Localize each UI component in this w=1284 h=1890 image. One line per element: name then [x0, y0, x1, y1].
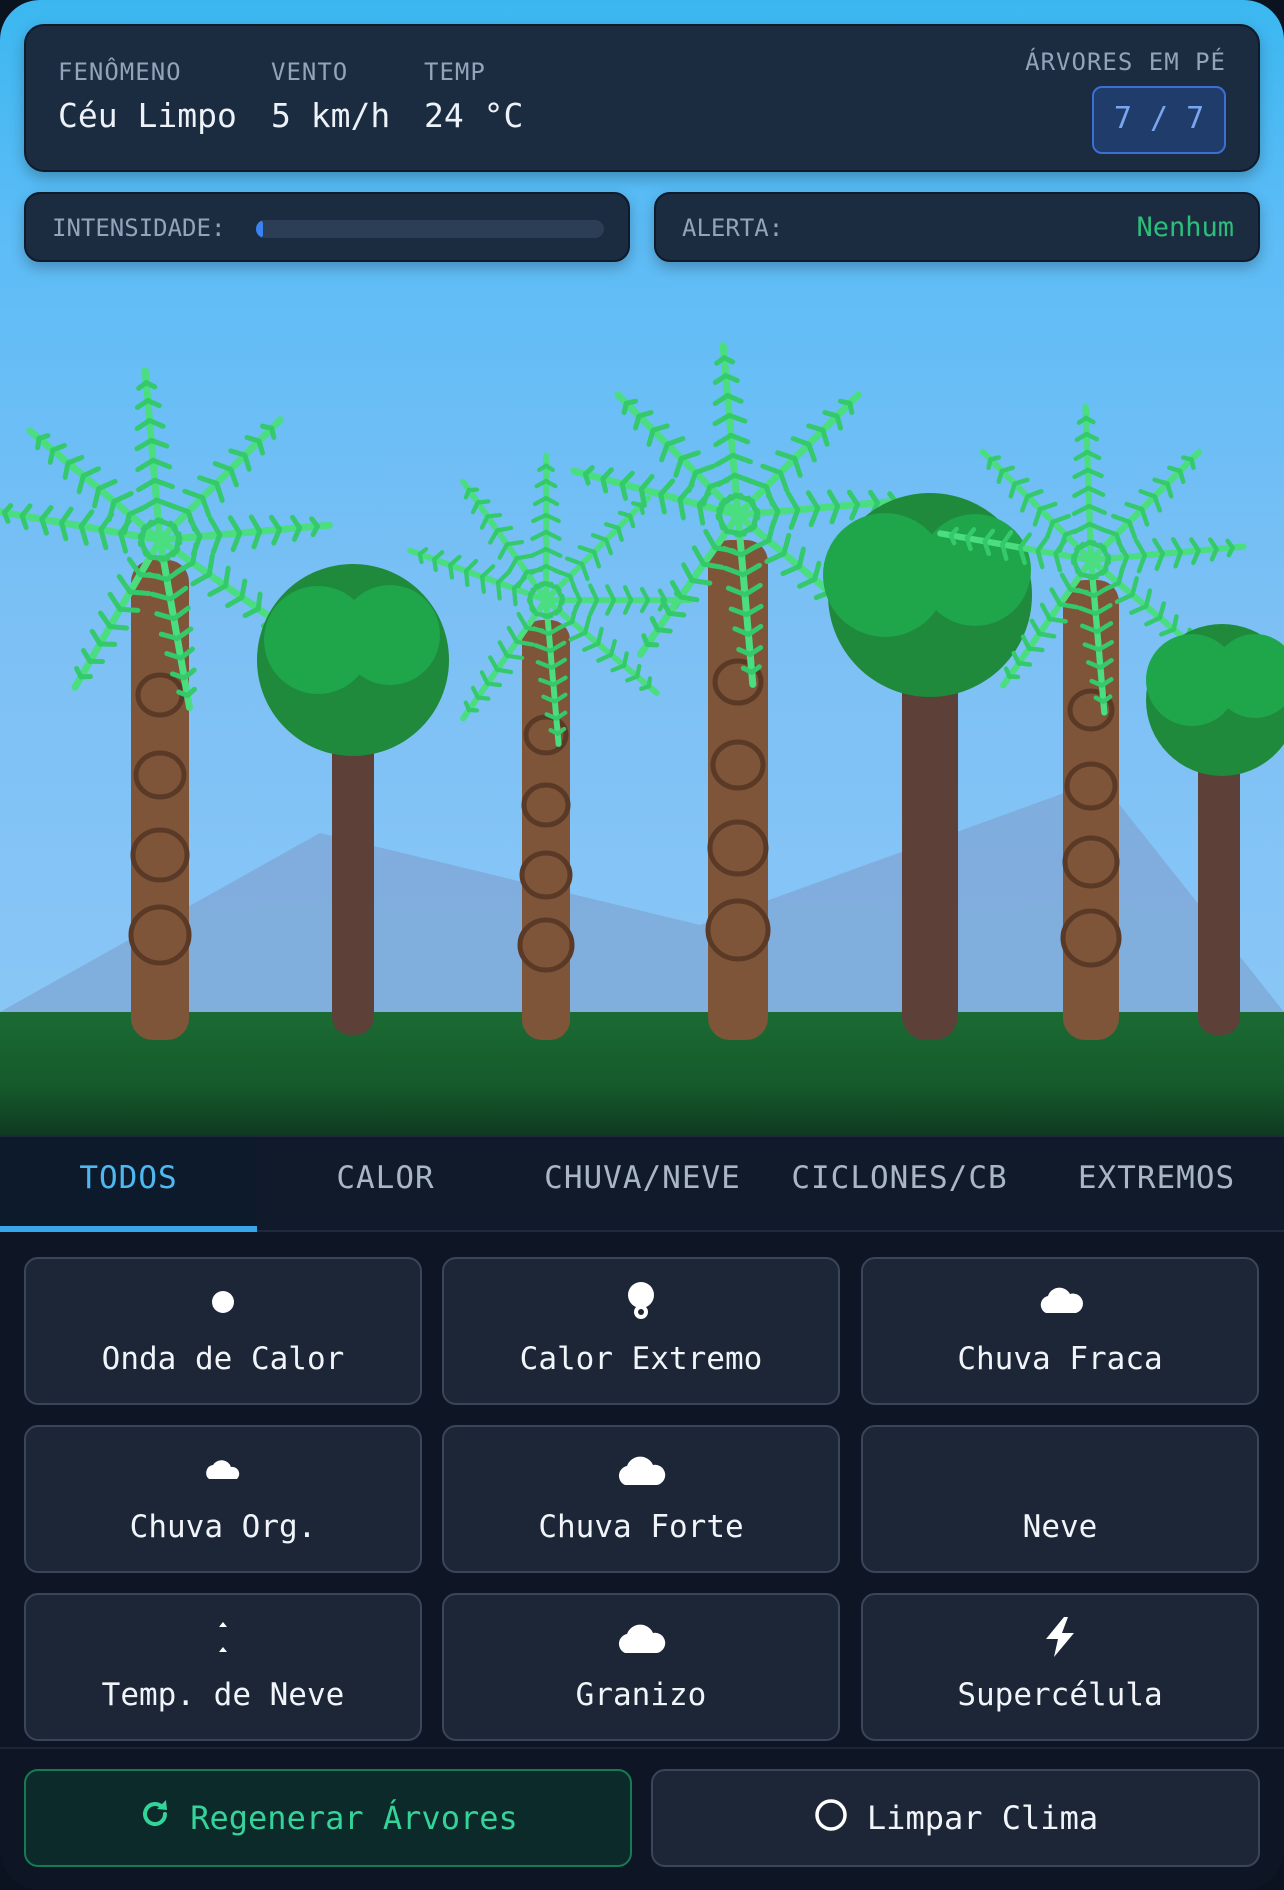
tab-extremos[interactable]: EXTREMOS: [1028, 1137, 1284, 1232]
clear-weather-button[interactable]: Limpar Clima: [651, 1769, 1260, 1867]
temp-label: TEMP: [424, 58, 486, 86]
intensity-label: INTENSIDADE:: [52, 214, 226, 242]
weather-scene: FENÔMENO Céu Limpo VENTO 5 km/h TEMP 24 …: [0, 0, 1284, 1135]
status-panel: FENÔMENO Céu Limpo VENTO 5 km/h TEMP 24 …: [24, 24, 1260, 172]
tab-chuva-neve[interactable]: CHUVA/NEVE: [514, 1137, 771, 1232]
alert-label: ALERTA:: [682, 214, 784, 242]
cloud-small-icon: [26, 1449, 420, 1489]
refresh-icon: [138, 1797, 172, 1839]
category-tabs: TODOS CALOR CHUVA/NEVE CICLONES/CB EXTRE…: [0, 1135, 1284, 1232]
cloud-icon: [444, 1449, 838, 1489]
intensity-bar-fill: [256, 220, 263, 238]
phenomenon-label: Calor Extremo: [519, 1341, 763, 1377]
phenomenon-button-neve[interactable]: Neve: [861, 1425, 1259, 1573]
cloud-icon: [444, 1617, 838, 1657]
phenomenon-label: Neve: [1022, 1509, 1098, 1545]
phenomenon-label: Chuva Forte: [538, 1509, 744, 1545]
circle-icon: [813, 1796, 849, 1840]
phenomenon-button-chuva-forte[interactable]: Chuva Forte: [442, 1425, 840, 1573]
phenomenon-label: Onda de Calor: [101, 1341, 345, 1377]
intensity-bar: [256, 220, 604, 238]
snow-placeholder-icon: [863, 1449, 1257, 1489]
tab-todos[interactable]: TODOS: [0, 1137, 257, 1232]
phenomenon-button-calor-extremo[interactable]: Calor Extremo: [442, 1257, 840, 1405]
clear-weather-label: Limpar Clima: [866, 1799, 1099, 1837]
tab-ciclones-cb[interactable]: CICLONES/CB: [771, 1137, 1028, 1232]
phenomenon-label: Temp. de Neve: [101, 1677, 345, 1713]
wind-label: VENTO: [271, 58, 349, 86]
phenomenon-label: Supercélula: [957, 1677, 1163, 1713]
phenomenon-button-chuva-org[interactable]: Chuva Org.: [24, 1425, 422, 1573]
alert-value: Nenhum: [1136, 212, 1234, 243]
phenomenon-button-chuva-fraca[interactable]: Chuva Fraca: [861, 1257, 1259, 1405]
phenomenon-value: Céu Limpo: [58, 96, 237, 135]
alert-panel: ALERTA: Nenhum: [654, 192, 1260, 262]
phenomena-grid: Onda de Calor Calor Extremo Chuva Fraca …: [0, 1232, 1284, 1747]
cloud-icon: [863, 1281, 1257, 1321]
phenomenon-label: FENÔMENO: [58, 58, 182, 86]
trees-standing-label: ÁRVORES EM PÉ: [1025, 48, 1226, 76]
wind-value: 5 km/h: [271, 96, 391, 135]
action-bar: Regenerar Árvores Limpar Clima: [0, 1747, 1284, 1890]
app-screen: FENÔMENO Céu Limpo VENTO 5 km/h TEMP 24 …: [0, 0, 1284, 1890]
temp-value: 24 °C: [424, 96, 524, 135]
intensity-panel: INTENSIDADE:: [24, 192, 630, 262]
regenerate-trees-label: Regenerar Árvores: [190, 1799, 518, 1837]
phenomenon-button-granizo[interactable]: Granizo: [442, 1593, 840, 1741]
phenomenon-label: Granizo: [575, 1677, 707, 1713]
lightning-icon: [863, 1617, 1257, 1657]
trees-standing-count: 7 / 7: [1092, 86, 1226, 154]
snow-icon: [26, 1617, 420, 1657]
phenomenon-button-temp-de-neve[interactable]: Temp. de Neve: [24, 1593, 422, 1741]
sun-dot-icon: [26, 1281, 420, 1321]
thermometer-icon: [444, 1281, 838, 1321]
regenerate-trees-button[interactable]: Regenerar Árvores: [24, 1769, 632, 1867]
phenomenon-label: Chuva Org.: [129, 1509, 317, 1545]
phenomenon-button-onda-de-calor[interactable]: Onda de Calor: [24, 1257, 422, 1405]
phenomenon-button-supercelula[interactable]: Supercélula: [861, 1593, 1259, 1741]
phenomenon-label: Chuva Fraca: [957, 1341, 1163, 1377]
tab-calor[interactable]: CALOR: [257, 1137, 514, 1232]
